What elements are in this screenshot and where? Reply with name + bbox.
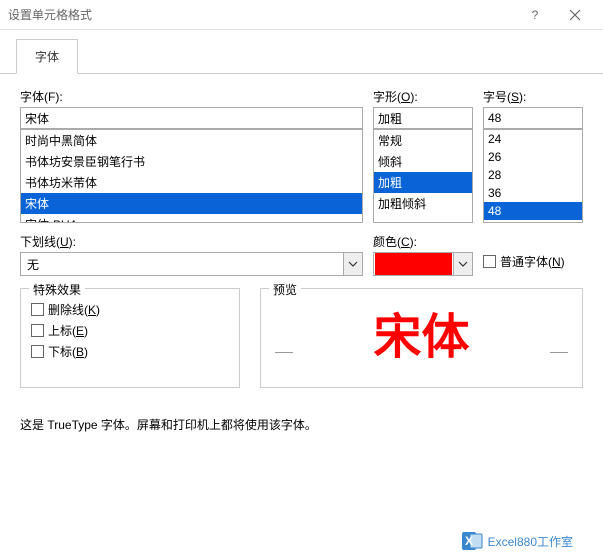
size-label: 字号(S): <box>483 88 583 105</box>
close-button[interactable] <box>555 0 595 30</box>
list-item[interactable]: 常规 <box>374 130 472 151</box>
list-item[interactable]: 时尚中黑简体 <box>21 130 362 151</box>
underline-combo[interactable]: 无 <box>20 252 363 276</box>
superscript-row[interactable]: 上标(E) <box>31 322 229 339</box>
tab-font[interactable]: 字体 <box>16 39 78 74</box>
strikethrough-row[interactable]: 删除线(K) <box>31 301 229 318</box>
normal-font-label: 普通字体(N) <box>500 253 565 270</box>
color-dropdown-button[interactable] <box>453 252 473 276</box>
strikethrough-checkbox[interactable] <box>31 303 44 316</box>
list-item[interactable]: 28 <box>484 166 582 184</box>
strikethrough-label: 删除线(K) <box>48 301 100 318</box>
excel-icon: X <box>460 529 484 553</box>
superscript-checkbox[interactable] <box>31 324 44 337</box>
chevron-down-icon <box>458 259 468 269</box>
subscript-row[interactable]: 下标(B) <box>31 343 229 360</box>
titlebar: 设置单元格格式 ? <box>0 0 603 30</box>
list-item[interactable]: 加粗 <box>374 172 472 193</box>
preview-fieldset: 预览 宋体 <box>260 288 583 388</box>
preview-baseline-left <box>275 352 293 353</box>
style-label: 字形(O): <box>373 88 473 105</box>
superscript-label: 上标(E) <box>48 322 88 339</box>
list-item[interactable]: 倾斜 <box>374 151 472 172</box>
preview-text: 宋体 <box>373 297 469 367</box>
list-item[interactable]: 书体坊米芾体 <box>21 172 362 193</box>
list-item[interactable]: 24 <box>484 130 582 148</box>
normal-font-checkbox-row[interactable]: 普通字体(N) <box>483 253 565 270</box>
underline-value: 无 <box>20 252 343 276</box>
underline-dropdown-button[interactable] <box>343 252 363 276</box>
svg-text:X: X <box>465 534 473 548</box>
effects-legend: 特殊效果 <box>29 281 85 298</box>
list-item[interactable]: 48 <box>484 202 582 220</box>
truetype-note: 这是 TrueType 字体。屏幕和打印机上都将使用该字体。 <box>20 416 583 433</box>
chevron-down-icon <box>348 259 358 269</box>
color-combo[interactable] <box>373 252 473 276</box>
format-cells-dialog: 设置单元格格式 ? 字体 字体(F): 时尚中黑简体书体坊安景臣钢笔行书书体坊米… <box>0 0 603 559</box>
help-button[interactable]: ? <box>515 0 555 30</box>
list-item[interactable]: 宋体 <box>21 193 362 214</box>
subscript-checkbox[interactable] <box>31 345 44 358</box>
font-label: 字体(F): <box>20 88 363 105</box>
content: 字体(F): 时尚中黑简体书体坊安景臣钢笔行书书体坊米芾体宋体宋体-PUA宋体-… <box>0 74 603 559</box>
underline-label: 下划线(U): <box>20 233 363 250</box>
font-listbox[interactable]: 时尚中黑简体书体坊安景臣钢笔行书书体坊米芾体宋体宋体-PUA宋体-方正超大字符集 <box>20 129 363 223</box>
preview-legend: 预览 <box>269 281 301 298</box>
normal-font-checkbox[interactable] <box>483 255 496 268</box>
close-icon <box>569 9 581 21</box>
style-listbox[interactable]: 常规倾斜加粗加粗倾斜 <box>373 129 473 223</box>
list-item[interactable]: 书体坊安景臣钢笔行书 <box>21 151 362 172</box>
subscript-label: 下标(B) <box>48 343 88 360</box>
tabbar: 字体 <box>0 30 603 74</box>
watermark: X Excel880工作室 <box>460 529 573 553</box>
list-item[interactable]: 加粗倾斜 <box>374 193 472 214</box>
color-swatch <box>375 253 452 275</box>
list-item[interactable]: 26 <box>484 148 582 166</box>
effects-fieldset: 特殊效果 删除线(K) 上标(E) 下标(B) <box>20 288 240 388</box>
list-item[interactable]: 36 <box>484 184 582 202</box>
list-item[interactable]: 72 <box>484 220 582 223</box>
window-title: 设置单元格格式 <box>8 6 515 23</box>
list-item[interactable]: 宋体-PUA <box>21 214 362 223</box>
style-input[interactable] <box>373 107 473 129</box>
preview-box: 宋体 <box>271 297 572 367</box>
size-listbox[interactable]: 242628364872 <box>483 129 583 223</box>
color-label: 颜色(C): <box>373 233 473 250</box>
color-swatch-wrap <box>373 252 453 276</box>
size-input[interactable] <box>483 107 583 129</box>
preview-baseline-right <box>550 352 568 353</box>
watermark-text: Excel880工作室 <box>488 533 573 550</box>
font-input[interactable] <box>20 107 363 129</box>
